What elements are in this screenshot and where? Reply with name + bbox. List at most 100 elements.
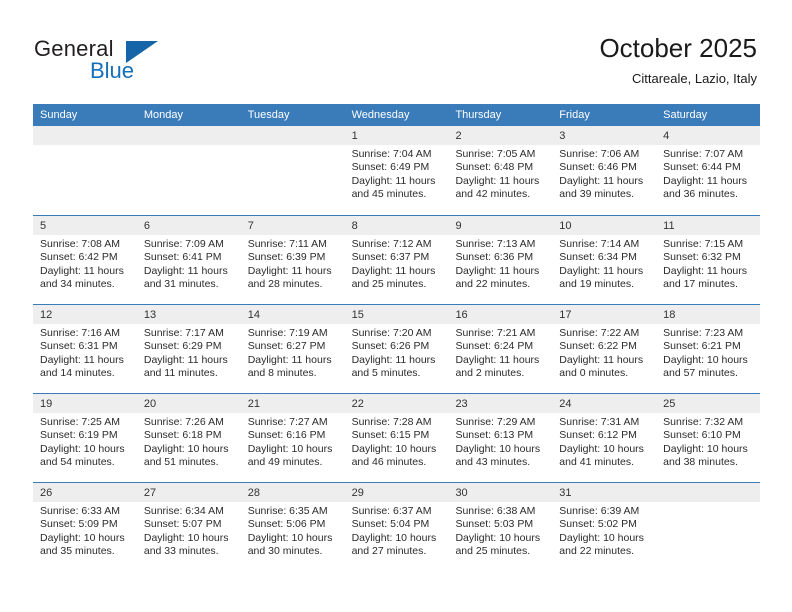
daylight-text-line1: Daylight: 11 hours [559,264,644,277]
sunrise-text: Sunrise: 7:19 AM [247,327,328,339]
day-cell-26[interactable]: 26 Sunrise: 6:33 AM Sunset: 5:09 PM Dayligh… [33,483,137,571]
daylight-text-line1: Daylight: 11 hours [143,264,228,277]
day-cell-13[interactable]: 13 Sunrise: 7:17 AM Sunset: 6:29 PM Dayligh… [136,305,241,393]
sunrise-text: Sunrise: 7:09 AM [143,238,224,250]
day-cell-12[interactable]: 12 Sunrise: 7:16 AM Sunset: 6:31 PM Dayligh… [33,305,137,393]
day-cell-28[interactable]: 28 Sunrise: 6:35 AM Sunset: 5:06 PM Dayligh… [240,483,345,571]
daylight-text-line2: and 33 minutes. [143,545,219,558]
day-number: 30 [455,487,468,499]
sunrise-text: Sunrise: 7:15 AM [663,238,744,250]
sunset-text: Sunset: 6:32 PM [663,251,741,264]
day-cell-29[interactable]: 29 Sunrise: 6:37 AM Sunset: 5:04 PM Dayligh… [344,483,449,571]
sunrise-text: Sunrise: 6:39 AM [559,505,640,517]
daylight-text-line2: and 42 minutes. [455,188,531,201]
sunrise-text: Sunrise: 6:35 AM [247,505,328,517]
daylight-text-line2: and 27 minutes. [351,545,427,558]
daylight-text-line2: and 54 minutes. [40,456,115,469]
daylight-text-line1: Daylight: 11 hours [40,264,124,277]
day-cell-3[interactable]: 3 Sunrise: 7:06 AM Sunset: 6:46 PM Daylight… [552,126,657,215]
day-number-band: 10 [552,216,657,235]
day-cell-6[interactable]: 6 Sunrise: 7:09 AM Sunset: 6:41 PM Daylight… [136,216,241,304]
day-number-band: 19 [33,394,137,413]
daylight-text-line2: and 30 minutes. [247,545,323,558]
general-blue-logo[interactable]: General Blue [34,36,214,92]
day-number: 26 [40,487,53,499]
day-cell-21[interactable]: 21 Sunrise: 7:27 AM Sunset: 6:16 PM Dayligh… [240,394,345,482]
calendar-week-row: 12 Sunrise: 7:16 AM Sunset: 6:31 PM Dayligh… [33,304,761,393]
day-cell-9[interactable]: 9 Sunrise: 7:13 AM Sunset: 6:36 PM Daylight… [448,216,553,304]
day-sun-info: Sunrise: 7:04 AM Sunset: 6:49 PM Daylight:… [345,145,449,202]
sunrise-text: Sunrise: 7:12 AM [351,238,432,250]
daylight-text-line1: Daylight: 11 hours [455,353,540,366]
daylight-text-line1: Daylight: 10 hours [143,531,229,544]
sunrise-text: Sunrise: 7:05 AM [455,148,536,160]
weekday-header-row: Sunday Monday Tuesday Wednesday Thursday Frid… [33,104,760,126]
day-number: 21 [247,398,260,410]
daylight-text-line1: Daylight: 10 hours [455,442,541,455]
day-number-band [136,126,241,145]
sunrise-text: Sunrise: 7:31 AM [559,416,640,428]
day-cell-25[interactable]: 25 Sunrise: 7:32 AM Sunset: 6:10 PM Dayligh… [656,394,761,482]
sunset-text: Sunset: 5:02 PM [559,518,637,531]
sunrise-text: Sunrise: 7:06 AM [559,148,640,160]
day-cell-4[interactable]: 4 Sunrise: 7:07 AM Sunset: 6:44 PM Daylight… [656,126,761,215]
day-sun-info: Sunrise: 7:21 AM Sunset: 6:24 PM Daylight:… [448,324,552,381]
sunset-text: Sunset: 6:39 PM [247,251,326,264]
day-cell-17[interactable]: 17 Sunrise: 7:22 AM Sunset: 6:22 PM Dayligh… [552,305,657,393]
day-number: 2 [455,130,462,142]
day-number-band: 6 [136,216,241,235]
day-number: 13 [143,309,157,321]
daylight-text-line2: and 45 minutes. [351,188,427,201]
day-sun-info: Sunrise: 7:07 AM Sunset: 6:44 PM Daylight:… [656,145,760,202]
day-cell-18[interactable]: 18 Sunrise: 7:23 AM Sunset: 6:21 PM Dayligh… [656,305,761,393]
day-cell-empty [240,126,345,215]
daylight-text-line1: Daylight: 10 hours [559,442,644,455]
day-number: 9 [455,220,462,232]
daylight-text-line2: and 25 minutes. [455,545,531,558]
day-number-band: 22 [344,394,449,413]
day-cell-30[interactable]: 30 Sunrise: 6:38 AM Sunset: 5:03 PM Dayligh… [448,483,553,571]
day-sun-info: Sunrise: 7:08 AM Sunset: 6:42 PM Daylight:… [33,235,137,292]
day-sun-info: Sunrise: 7:25 AM Sunset: 6:19 PM Daylight:… [33,413,137,470]
day-cell-24[interactable]: 24 Sunrise: 7:31 AM Sunset: 6:12 PM Dayligh… [552,394,657,482]
day-number-band: 27 [136,483,241,502]
day-cell-10[interactable]: 10 Sunrise: 7:14 AM Sunset: 6:34 PM Dayligh… [552,216,657,304]
day-cell-8[interactable]: 8 Sunrise: 7:12 AM Sunset: 6:37 PM Daylight… [344,216,449,304]
calendar-page: General Blue October 2025 Cittareale, La… [0,0,792,612]
day-cell-15[interactable]: 15 Sunrise: 7:20 AM Sunset: 6:26 PM Dayligh… [344,305,449,393]
sunrise-text: Sunrise: 7:26 AM [143,416,224,428]
day-cell-11[interactable]: 11 Sunrise: 7:15 AM Sunset: 6:32 PM Dayligh… [656,216,761,304]
day-number-band: 12 [33,305,137,324]
day-cell-14[interactable]: 14 Sunrise: 7:19 AM Sunset: 6:27 PM Dayligh… [240,305,345,393]
day-cell-19[interactable]: 19 Sunrise: 7:25 AM Sunset: 6:19 PM Dayligh… [33,394,137,482]
day-cell-5[interactable]: 5 Sunrise: 7:08 AM Sunset: 6:42 PM Daylight… [33,216,137,304]
day-cell-23[interactable]: 23 Sunrise: 7:29 AM Sunset: 6:13 PM Dayligh… [448,394,553,482]
day-number-band: 16 [448,305,553,324]
daylight-text-line2: and 5 minutes. [351,367,421,380]
sunset-text: Sunset: 6:46 PM [559,161,637,174]
day-number: 5 [40,220,47,232]
day-cell-1[interactable]: 1 Sunrise: 7:04 AM Sunset: 6:49 PM Daylight… [344,126,449,215]
day-number: 6 [143,220,150,232]
sunrise-text: Sunrise: 7:25 AM [40,416,120,428]
day-cell-7[interactable]: 7 Sunrise: 7:11 AM Sunset: 6:39 PM Daylight… [240,216,345,304]
day-cell-20[interactable]: 20 Sunrise: 7:26 AM Sunset: 6:18 PM Dayligh… [136,394,241,482]
daylight-text-line2: and 19 minutes. [559,278,635,291]
day-number: 4 [663,130,670,142]
day-cell-16[interactable]: 16 Sunrise: 7:21 AM Sunset: 6:24 PM Dayligh… [448,305,553,393]
sunrise-text: Sunrise: 7:29 AM [455,416,536,428]
daylight-text-line2: and 57 minutes. [663,367,738,380]
day-cell-2[interactable]: 2 Sunrise: 7:05 AM Sunset: 6:48 PM Daylight… [448,126,553,215]
day-number: 17 [559,309,572,321]
day-number-band [33,126,137,145]
day-number: 11 [663,220,675,232]
day-cell-22[interactable]: 22 Sunrise: 7:28 AM Sunset: 6:15 PM Dayligh… [344,394,449,482]
day-cell-31[interactable]: 31 Sunrise: 6:39 AM Sunset: 5:02 PM Dayligh… [552,483,657,571]
day-cell-27[interactable]: 27 Sunrise: 6:34 AM Sunset: 5:07 PM Dayligh… [136,483,241,571]
daylight-text-line2: and 22 minutes. [559,545,635,558]
day-number-band: 13 [136,305,241,324]
day-number: 31 [559,487,572,499]
sunset-text: Sunset: 6:42 PM [40,251,118,264]
daylight-text-line1: Daylight: 11 hours [455,264,540,277]
weekday-header-tuesday: Tuesday [247,109,290,121]
